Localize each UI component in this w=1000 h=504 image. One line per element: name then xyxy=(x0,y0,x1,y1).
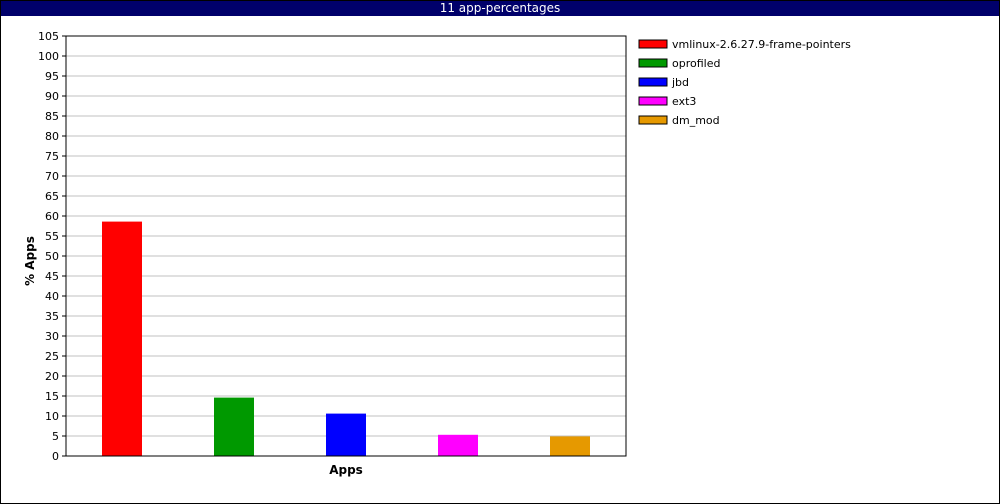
legend-label: oprofiled xyxy=(672,57,720,70)
legend-swatch xyxy=(638,58,668,68)
y-tick-label: 45 xyxy=(45,270,59,283)
bar-dm_mod xyxy=(550,436,590,456)
chart-window: 11 app-percentages 0 5 10 15 20 25 30 35 40 45 50 5… xyxy=(0,0,1000,504)
y-tick-label: 50 xyxy=(45,250,59,263)
legend-label: jbd xyxy=(671,76,689,89)
legend-label: vmlinux-2.6.27.9-frame-pointers xyxy=(672,38,851,51)
grid-lines xyxy=(66,35,626,437)
y-tick-label: 10 xyxy=(45,410,59,423)
legend-label: dm_mod xyxy=(672,114,720,127)
y-tick-label: 25 xyxy=(45,350,59,363)
legend: vmlinux-2.6.27.9-frame-pointers oprofiled… xyxy=(638,38,851,127)
chart-title: 11 app-percentages xyxy=(1,1,999,16)
y-tick-label: 35 xyxy=(45,310,59,323)
legend-label: ext3 xyxy=(672,95,696,108)
y-tick-label: 90 xyxy=(45,90,59,103)
y-tick-label: 70 xyxy=(45,170,59,183)
y-tick-label: 65 xyxy=(45,190,59,203)
y-tick-label: 20 xyxy=(45,370,59,383)
legend-swatch xyxy=(638,39,668,49)
y-tick-label: 60 xyxy=(45,210,59,223)
y-tick-label: 55 xyxy=(45,230,59,243)
y-tick-label: 100 xyxy=(38,50,59,63)
bar-ext3 xyxy=(438,434,478,456)
y-tick-label: 105 xyxy=(38,30,59,43)
y-tick-label: 0 xyxy=(52,450,59,463)
y-tick-label: 5 xyxy=(52,430,59,443)
chart-canvas: 0 5 10 15 20 25 30 35 40 45 50 55 60 65 70 75 80 85 90 95 10… xyxy=(23,30,851,477)
bar-jbd xyxy=(326,413,366,456)
y-tick-label: 95 xyxy=(45,70,59,83)
x-axis-label: Apps xyxy=(329,463,363,477)
y-tick-label: 15 xyxy=(45,390,59,403)
y-tick-label: 30 xyxy=(45,330,59,343)
legend-swatch xyxy=(638,77,668,87)
bars xyxy=(102,221,590,456)
y-axis-label: % Apps xyxy=(23,236,37,286)
legend-swatch xyxy=(638,96,668,106)
bar-vmlinux-2.6.27.9-frame-pointers xyxy=(102,221,142,456)
legend-swatch xyxy=(638,115,668,125)
plot-frame xyxy=(65,35,627,457)
y-tick-label: 75 xyxy=(45,150,59,163)
y-tick-label: 85 xyxy=(45,110,59,123)
bar-oprofiled xyxy=(214,397,254,456)
y-tick-label: 80 xyxy=(45,130,59,143)
y-tick-label: 40 xyxy=(45,290,59,303)
